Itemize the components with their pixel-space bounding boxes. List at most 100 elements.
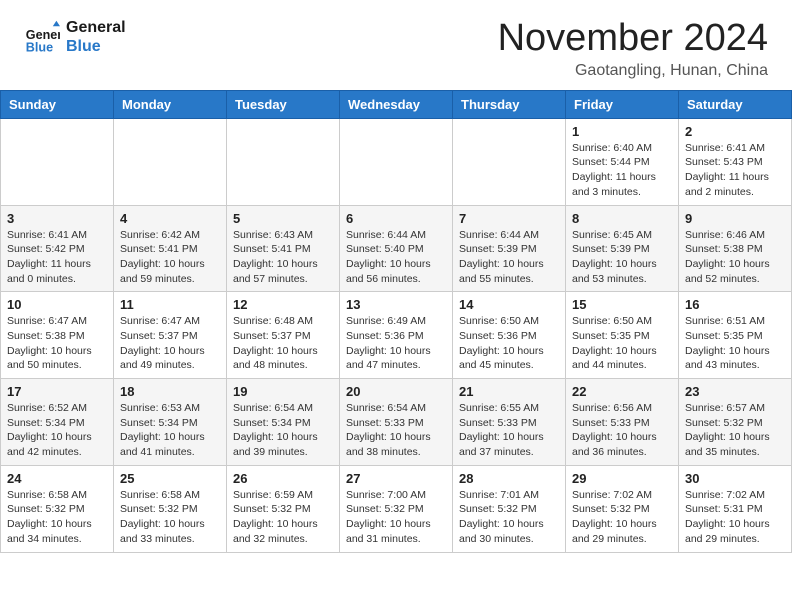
day-number: 7 [459,211,559,226]
day-info: Sunrise: 6:44 AMSunset: 5:39 PMDaylight:… [459,228,559,287]
day-info: Sunrise: 6:48 AMSunset: 5:37 PMDaylight:… [233,314,333,373]
day-number: 29 [572,471,672,486]
day-info: Sunrise: 6:49 AMSunset: 5:36 PMDaylight:… [346,314,446,373]
weekday-header-row: SundayMondayTuesdayWednesdayThursdayFrid… [1,90,792,118]
calendar-cell: 6Sunrise: 6:44 AMSunset: 5:40 PMDaylight… [340,205,453,292]
day-info: Sunrise: 6:44 AMSunset: 5:40 PMDaylight:… [346,228,446,287]
calendar-cell: 1 Sunrise: 6:40 AMSunset: 5:44 PMDaylight… [566,118,679,205]
weekday-header-wednesday: Wednesday [340,90,453,118]
calendar-cell: 30Sunrise: 7:02 AMSunset: 5:31 PMDayligh… [679,465,792,552]
page-header: General Blue General Blue November 2024 … [0,0,792,90]
day-info: Sunrise: 6:46 AMSunset: 5:38 PMDaylight:… [685,228,785,287]
day-info: Sunrise: 6:50 AMSunset: 5:35 PMDaylight:… [572,314,672,373]
day-number: 1 [572,124,672,139]
calendar-week-5: 24 Sunrise: 6:58 AMSunset: 5:32 PMDayligh… [1,465,792,552]
calendar-cell: 14Sunrise: 6:50 AMSunset: 5:36 PMDayligh… [453,292,566,379]
month-title: November 2024 [498,18,768,60]
day-number: 3 [7,211,107,226]
title-block: November 2024 Gaotangling, Hunan, China [498,18,768,80]
day-number: 11 [120,297,220,312]
logo-icon: General Blue [24,19,60,55]
weekday-header-sunday: Sunday [1,90,114,118]
weekday-header-thursday: Thursday [453,90,566,118]
calendar-cell: 12 Sunrise: 6:48 AMSunset: 5:37 PMDayligh… [227,292,340,379]
logo: General Blue General Blue [24,18,126,56]
calendar-cell: 20 Sunrise: 6:54 AMSunset: 5:33 PMDayligh… [340,379,453,466]
weekday-header-saturday: Saturday [679,90,792,118]
day-number: 5 [233,211,333,226]
day-number: 28 [459,471,559,486]
day-info: Sunrise: 6:57 AMSunset: 5:32 PMDaylight:… [685,401,785,460]
weekday-header-friday: Friday [566,90,679,118]
day-number: 13 [346,297,446,312]
day-info: Sunrise: 6:47 AMSunset: 5:38 PMDaylight:… [7,314,107,373]
calendar-week-3: 10 Sunrise: 6:47 AMSunset: 5:38 PMDayligh… [1,292,792,379]
day-info: Sunrise: 7:02 AMSunset: 5:31 PMDaylight:… [685,488,785,547]
calendar-cell: 25Sunrise: 6:58 AMSunset: 5:32 PMDayligh… [114,465,227,552]
calendar-week-1: 1 Sunrise: 6:40 AMSunset: 5:44 PMDaylight… [1,118,792,205]
day-info: Sunrise: 6:41 AMSunset: 5:43 PMDaylight:… [685,141,785,200]
day-number: 16 [685,297,785,312]
day-number: 10 [7,297,107,312]
calendar-cell: 21Sunrise: 6:55 AMSunset: 5:33 PMDayligh… [453,379,566,466]
day-number: 14 [459,297,559,312]
calendar-cell: 9 Sunrise: 6:46 AMSunset: 5:38 PMDaylight… [679,205,792,292]
day-info: Sunrise: 6:59 AMSunset: 5:32 PMDaylight:… [233,488,333,547]
calendar-cell [453,118,566,205]
logo-text-blue: Blue [66,37,126,56]
calendar-cell: 5 Sunrise: 6:43 AMSunset: 5:41 PMDaylight… [227,205,340,292]
calendar-table: SundayMondayTuesdayWednesdayThursdayFrid… [0,90,792,553]
day-number: 19 [233,384,333,399]
calendar-cell: 8 Sunrise: 6:45 AMSunset: 5:39 PMDaylight… [566,205,679,292]
calendar-cell: 19 Sunrise: 6:54 AMSunset: 5:34 PMDayligh… [227,379,340,466]
day-info: Sunrise: 6:56 AMSunset: 5:33 PMDaylight:… [572,401,672,460]
calendar-cell: 28 Sunrise: 7:01 AMSunset: 5:32 PMDayligh… [453,465,566,552]
day-info: Sunrise: 6:45 AMSunset: 5:39 PMDaylight:… [572,228,672,287]
day-info: Sunrise: 7:02 AMSunset: 5:32 PMDaylight:… [572,488,672,547]
calendar-cell: 13 Sunrise: 6:49 AMSunset: 5:36 PMDayligh… [340,292,453,379]
calendar-cell: 29 Sunrise: 7:02 AMSunset: 5:32 PMDayligh… [566,465,679,552]
calendar-cell: 24 Sunrise: 6:58 AMSunset: 5:32 PMDayligh… [1,465,114,552]
calendar-cell: 18Sunrise: 6:53 AMSunset: 5:34 PMDayligh… [114,379,227,466]
day-number: 17 [7,384,107,399]
weekday-header-tuesday: Tuesday [227,90,340,118]
day-info: Sunrise: 6:47 AMSunset: 5:37 PMDaylight:… [120,314,220,373]
day-info: Sunrise: 6:42 AMSunset: 5:41 PMDaylight:… [120,228,220,287]
day-number: 23 [685,384,785,399]
day-info: Sunrise: 6:40 AMSunset: 5:44 PMDaylight:… [572,141,672,200]
calendar-cell: 15 Sunrise: 6:50 AMSunset: 5:35 PMDayligh… [566,292,679,379]
day-number: 9 [685,211,785,226]
calendar-cell: 11 Sunrise: 6:47 AMSunset: 5:37 PMDayligh… [114,292,227,379]
day-info: Sunrise: 7:01 AMSunset: 5:32 PMDaylight:… [459,488,559,547]
day-number: 18 [120,384,220,399]
calendar-cell: 23 Sunrise: 6:57 AMSunset: 5:32 PMDayligh… [679,379,792,466]
calendar-cell: 16 Sunrise: 6:51 AMSunset: 5:35 PMDayligh… [679,292,792,379]
day-info: Sunrise: 6:43 AMSunset: 5:41 PMDaylight:… [233,228,333,287]
day-number: 4 [120,211,220,226]
calendar-cell: 27Sunrise: 7:00 AMSunset: 5:32 PMDayligh… [340,465,453,552]
day-number: 8 [572,211,672,226]
day-number: 12 [233,297,333,312]
calendar-cell [340,118,453,205]
day-info: Sunrise: 6:55 AMSunset: 5:33 PMDaylight:… [459,401,559,460]
day-number: 20 [346,384,446,399]
day-info: Sunrise: 6:54 AMSunset: 5:33 PMDaylight:… [346,401,446,460]
day-number: 24 [7,471,107,486]
calendar-cell: 22 Sunrise: 6:56 AMSunset: 5:33 PMDayligh… [566,379,679,466]
location: Gaotangling, Hunan, China [498,62,768,80]
calendar-cell [114,118,227,205]
day-info: Sunrise: 7:00 AMSunset: 5:32 PMDaylight:… [346,488,446,547]
day-info: Sunrise: 6:52 AMSunset: 5:34 PMDaylight:… [7,401,107,460]
calendar-cell: 3 Sunrise: 6:41 AMSunset: 5:42 PMDaylight… [1,205,114,292]
calendar-cell: 17 Sunrise: 6:52 AMSunset: 5:34 PMDayligh… [1,379,114,466]
day-number: 22 [572,384,672,399]
day-info: Sunrise: 6:54 AMSunset: 5:34 PMDaylight:… [233,401,333,460]
day-info: Sunrise: 6:41 AMSunset: 5:42 PMDaylight:… [7,228,107,287]
day-number: 2 [685,124,785,139]
day-number: 26 [233,471,333,486]
day-info: Sunrise: 6:58 AMSunset: 5:32 PMDaylight:… [120,488,220,547]
day-info: Sunrise: 6:58 AMSunset: 5:32 PMDaylight:… [7,488,107,547]
calendar-cell: 2 Sunrise: 6:41 AMSunset: 5:43 PMDaylight… [679,118,792,205]
day-number: 15 [572,297,672,312]
day-info: Sunrise: 6:51 AMSunset: 5:35 PMDaylight:… [685,314,785,373]
